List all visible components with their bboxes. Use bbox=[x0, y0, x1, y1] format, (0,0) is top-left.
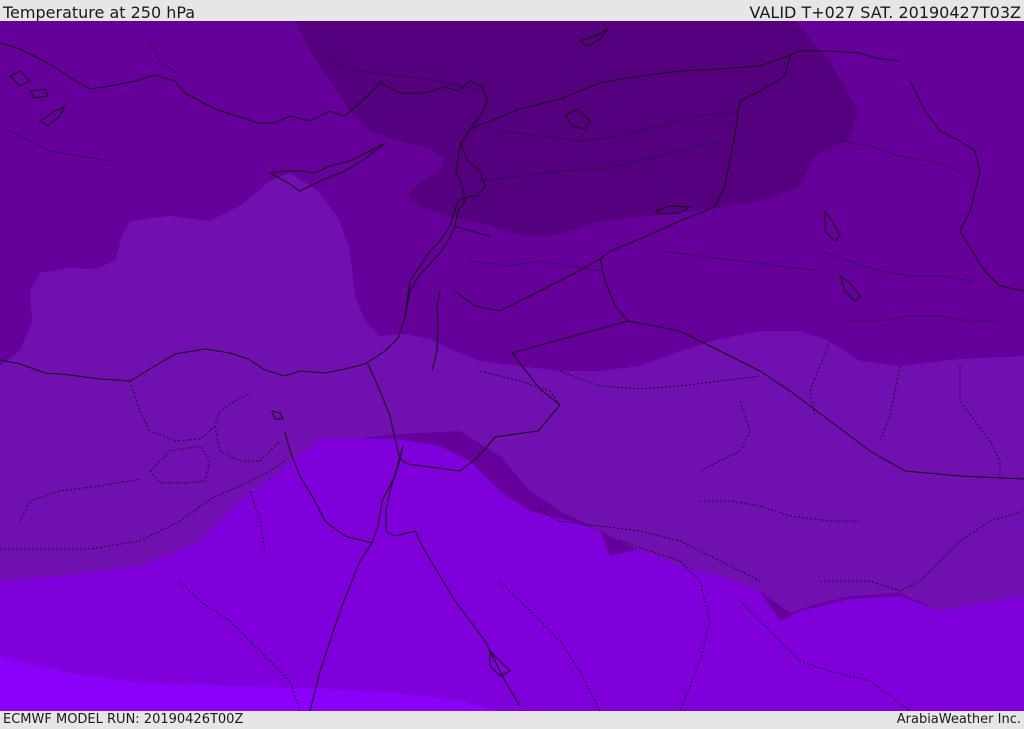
map-footer: ECMWF MODEL RUN: 20190426T00Z ArabiaWeat… bbox=[0, 711, 1024, 729]
map-header: Temperature at 250 hPa VALID T+027 SAT. … bbox=[0, 0, 1024, 22]
credit-label: ArabiaWeather Inc. bbox=[896, 712, 1021, 727]
temperature-map[interactable] bbox=[0, 21, 1024, 711]
map-canvas bbox=[0, 21, 1024, 711]
map-title: Temperature at 250 hPa bbox=[3, 3, 196, 22]
model-run-label: ECMWF MODEL RUN: 20190426T00Z bbox=[3, 712, 244, 727]
valid-time-label: VALID T+027 SAT. 20190427T03Z bbox=[749, 3, 1021, 22]
